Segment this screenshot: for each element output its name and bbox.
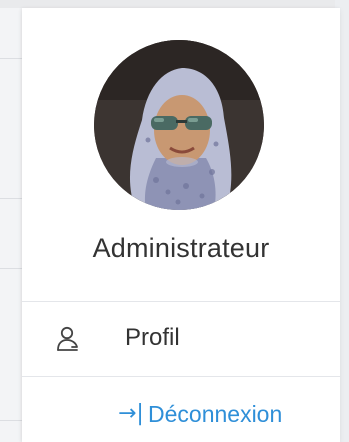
profile-menu-item[interactable]: Profil	[22, 302, 340, 376]
logout-menu-item[interactable]: →| Déconnexion	[22, 377, 340, 442]
user-name: Administrateur	[92, 233, 270, 263]
user-dropdown-menu: Administrateur Profil →| Déconnexion	[22, 8, 340, 442]
page: Administrateur Profil →| Déconnexion	[0, 0, 349, 442]
profile-menu-label: Profil	[125, 324, 180, 351]
profile-header: Administrateur	[22, 8, 340, 301]
user-outline-icon	[56, 326, 80, 352]
user-avatar-photo	[94, 40, 264, 210]
logout-menu-label: Déconnexion	[148, 401, 283, 427]
avatar	[94, 40, 264, 210]
background-header-strip	[0, 0, 349, 8]
logout-arrow-icon: →|	[118, 401, 144, 426]
